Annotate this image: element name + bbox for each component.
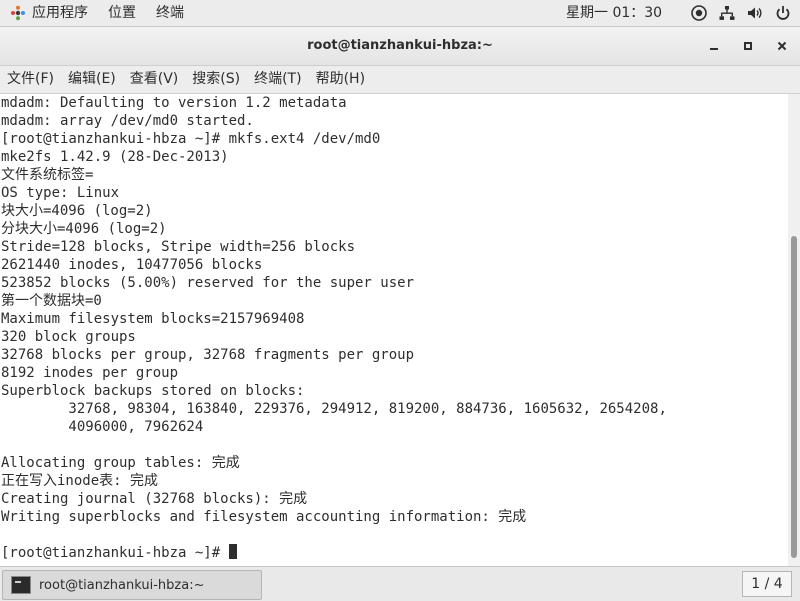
volume-icon[interactable] — [746, 4, 764, 22]
gnome-top-bar: 应用程序 位置 终端 星期一 01：30 — [0, 0, 800, 27]
menu-terminal[interactable]: 终端(T) — [247, 66, 308, 93]
menu-search[interactable]: 搜索(S) — [185, 66, 247, 93]
maximize-button[interactable] — [738, 36, 758, 56]
terminal-output[interactable]: mdadm: Defaulting to version 1.2 metadat… — [0, 94, 788, 566]
terminal-line: 文件系统标签= — [1, 167, 94, 183]
apps-icon — [11, 5, 25, 21]
accessibility-icon[interactable] — [690, 4, 708, 22]
terminal-line: 32768, 98304, 163840, 229376, 294912, 81… — [1, 401, 667, 417]
terminal-line: Writing superblocks and filesystem accou… — [1, 509, 527, 525]
terminal-line: 523852 blocks (5.00%) reserved for the s… — [1, 275, 415, 291]
terminal-line: 32768 blocks per group, 32768 fragments … — [1, 347, 415, 363]
terminal-line: 分块大小=4096 (log=2) — [1, 221, 167, 237]
close-button[interactable] — [772, 36, 792, 56]
terminal-line: [root@tianzhankui-hbza ~]# — [0, 544, 788, 562]
terminal-line: 块大小=4096 (log=2) — [1, 203, 153, 219]
terminal-line: 4096000, 7962624 — [1, 419, 204, 435]
terminal-line: Creating journal (32768 blocks): 完成 — [1, 491, 308, 507]
terminal-line: mdadm: array /dev/md0 started. — [1, 113, 254, 129]
applications-menu-label: 应用程序 — [32, 5, 88, 21]
terminal-line: OS type: Linux — [1, 185, 120, 201]
terminal-line: Allocating group tables: 完成 — [1, 455, 240, 471]
bottom-taskbar: root@tianzhankui-hbza:~ 1 / 4 — [0, 566, 800, 601]
close-icon — [777, 41, 787, 51]
minimize-button[interactable] — [704, 36, 724, 56]
places-menu[interactable]: 位置 — [98, 0, 146, 26]
terminal-cursor — [228, 544, 237, 559]
top-menu: 应用程序 位置 终端 — [0, 0, 194, 26]
terminal-line: mke2fs 1.42.9 (28-Dec-2013) — [1, 149, 229, 165]
menu-file[interactable]: 文件(F) — [0, 66, 61, 93]
terminal-line: Stride=128 blocks, Stripe width=256 bloc… — [1, 239, 356, 255]
terminal-line: 320 block groups — [1, 329, 136, 345]
terminal-line: 2621440 inodes, 10477056 blocks — [1, 257, 263, 273]
taskbar-window-button[interactable]: root@tianzhankui-hbza:~ — [2, 570, 262, 600]
clock[interactable]: 星期一 01：30 — [566, 0, 662, 26]
terminal-line: Superblock backups stored on blocks: — [1, 383, 305, 399]
terminal-line: [root@tianzhankui-hbza ~]# mkfs.ext4 /de… — [1, 131, 381, 147]
maximize-icon — [744, 42, 752, 50]
menu-edit[interactable]: 编辑(E) — [61, 66, 123, 93]
applications-menu[interactable]: 应用程序 — [0, 0, 98, 26]
network-icon[interactable] — [718, 4, 736, 22]
terminal-line: 正在写入inode表: 完成 — [1, 473, 159, 489]
minimize-icon — [710, 48, 718, 50]
window-titlebar[interactable]: root@tianzhankui-hbza:~ — [0, 27, 800, 66]
terminal-lines: mdadm: Defaulting to version 1.2 metadat… — [0, 94, 788, 562]
terminal-line: 8192 inodes per group — [1, 365, 179, 381]
scrollbar-thumb[interactable] — [791, 236, 797, 558]
window-title: root@tianzhankui-hbza:~ — [307, 38, 493, 53]
terminal-app-menu[interactable]: 终端 — [146, 0, 194, 26]
terminal-line: 第一个数据块=0 — [1, 293, 102, 309]
terminal-line: Maximum filesystem blocks=2157969408 — [1, 311, 305, 327]
menu-help[interactable]: 帮助(H) — [309, 66, 372, 93]
terminal-line: mdadm: Defaulting to version 1.2 metadat… — [1, 95, 347, 111]
workspace-indicator[interactable]: 1 / 4 — [742, 571, 792, 597]
taskbar-window-label: root@tianzhankui-hbza:~ — [39, 577, 205, 593]
terminal-scrollbar[interactable] — [788, 94, 800, 566]
terminal-icon — [11, 576, 31, 594]
system-tray[interactable] — [690, 0, 792, 26]
terminal-menubar: 文件(F) 编辑(E) 查看(V) 搜索(S) 终端(T) 帮助(H) — [0, 66, 800, 94]
power-icon[interactable] — [774, 4, 792, 22]
menu-view[interactable]: 查看(V) — [123, 66, 186, 93]
